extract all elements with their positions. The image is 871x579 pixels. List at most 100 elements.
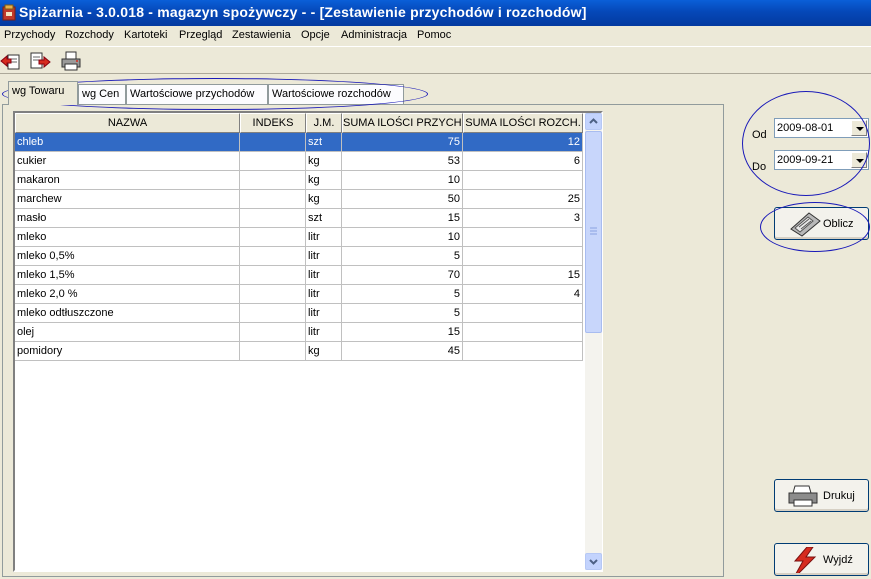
cell-suma-rozch — [463, 171, 583, 190]
cell-indeks — [240, 152, 306, 171]
menu-rozchody[interactable]: Rozchody — [65, 29, 114, 41]
menu-opcje[interactable]: Opcje — [301, 29, 330, 41]
cell-nazwa: olej — [15, 323, 240, 342]
cell-indeks — [240, 209, 306, 228]
cell-jm: szt — [306, 209, 342, 228]
cell-suma-rozch — [463, 304, 583, 323]
col-header-jm[interactable]: J.M. — [306, 113, 342, 133]
cell-suma-przych: 50 — [342, 190, 463, 209]
printer-icon — [788, 485, 818, 507]
table-row[interactable]: pomidory kg 45 — [15, 342, 583, 361]
cell-suma-przych: 10 — [342, 228, 463, 247]
cell-suma-przych: 10 — [342, 171, 463, 190]
cell-jm: litr — [306, 247, 342, 266]
table-row[interactable]: mleko odtłuszczone litr 5 — [15, 304, 583, 323]
table-row[interactable]: mleko litr 10 — [15, 228, 583, 247]
tab-wg-towaru[interactable]: wg Towaru — [8, 81, 78, 105]
cell-suma-przych: 15 — [342, 323, 463, 342]
calculate-button[interactable]: Oblicz — [774, 207, 869, 240]
col-header-nazwa[interactable]: NAZWA — [15, 113, 240, 133]
cell-suma-rozch: 3 — [463, 209, 583, 228]
grip-icon — [590, 227, 597, 235]
table-row[interactable]: marchew kg 50 25 — [15, 190, 583, 209]
table-row[interactable]: mleko 1,5% litr 70 15 — [15, 266, 583, 285]
col-header-suma-rozch[interactable]: SUMA ILOŚCI ROZCH. — [463, 113, 583, 133]
tab-wg-cen[interactable]: wg Cen — [78, 84, 126, 104]
window-title: Spiżarnia - 3.0.018 - magazyn spożywczy … — [19, 4, 587, 20]
cell-jm: kg — [306, 171, 342, 190]
to-date-picker[interactable]: 2009-09-21 — [774, 150, 869, 170]
menu-bar: Przychody Rozchody Kartoteki Przegląd Ze… — [0, 26, 871, 46]
import-icon — [0, 54, 20, 70]
cell-suma-rozch — [463, 342, 583, 361]
cell-suma-przych: 70 — [342, 266, 463, 285]
chevron-down-icon — [589, 559, 598, 565]
cell-nazwa: mleko 2,0 % — [15, 285, 240, 304]
date-range-highlight-ellipse — [742, 91, 870, 196]
cell-indeks — [240, 133, 306, 152]
cell-jm: kg — [306, 190, 342, 209]
menu-przeglad[interactable]: Przegląd — [179, 29, 222, 41]
cell-indeks — [240, 171, 306, 190]
tab-wartosciowe-przychodow[interactable]: Wartościowe przychodów — [126, 84, 268, 104]
cell-indeks — [240, 228, 306, 247]
cell-nazwa: mleko odtłuszczone — [15, 304, 240, 323]
cell-suma-przych: 5 — [342, 285, 463, 304]
print-icon — [61, 51, 81, 71]
table-row[interactable]: olej litr 15 — [15, 323, 583, 342]
summary-table[interactable]: NAZWA INDEKS J.M. SUMA ILOŚCI PRZYCH. SU… — [13, 111, 603, 572]
calculator-icon — [790, 212, 821, 237]
table-row[interactable]: mleko 0,5% litr 5 — [15, 247, 583, 266]
menu-zestawienia[interactable]: Zestawienia — [232, 29, 291, 41]
calculate-button-label: Oblicz — [823, 218, 854, 230]
table-row[interactable]: cukier kg 53 6 — [15, 152, 583, 171]
cell-jm: litr — [306, 323, 342, 342]
tab-wartosciowe-rozchodow[interactable]: Wartościowe rozchodów — [268, 84, 404, 104]
col-header-indeks[interactable]: INDEKS — [240, 113, 306, 133]
from-date-picker[interactable]: 2009-08-01 — [774, 118, 869, 138]
cell-suma-rozch — [463, 228, 583, 247]
menu-pomoc[interactable]: Pomoc — [417, 29, 451, 41]
cell-nazwa: mleko 0,5% — [15, 247, 240, 266]
cell-indeks — [240, 247, 306, 266]
scroll-down-button[interactable] — [585, 553, 602, 570]
table-row[interactable]: mleko 2,0 % litr 5 4 — [15, 285, 583, 304]
menu-kartoteki[interactable]: Kartoteki — [124, 29, 167, 41]
cell-nazwa: cukier — [15, 152, 240, 171]
app-icon — [2, 4, 16, 21]
cell-indeks — [240, 323, 306, 342]
cell-suma-rozch: 12 — [463, 133, 583, 152]
cell-suma-rozch: 4 — [463, 285, 583, 304]
lightning-icon — [793, 547, 817, 573]
export-button[interactable] — [29, 50, 51, 72]
import-button[interactable] — [0, 50, 22, 72]
scroll-up-button[interactable] — [585, 113, 602, 130]
to-date-dropdown-button[interactable] — [851, 152, 867, 168]
cell-jm: szt — [306, 133, 342, 152]
chevron-up-icon — [589, 118, 598, 124]
table-row[interactable]: makaron kg 10 — [15, 171, 583, 190]
cell-nazwa: mleko 1,5% — [15, 266, 240, 285]
col-header-suma-przych[interactable]: SUMA ILOŚCI PRZYCH. — [342, 113, 463, 133]
table-row[interactable]: chleb szt 75 12 — [15, 133, 583, 152]
scroll-thumb[interactable] — [585, 131, 602, 333]
menu-przychody[interactable]: Przychody — [4, 29, 55, 41]
print-button-label: Drukuj — [823, 490, 855, 502]
cell-indeks — [240, 304, 306, 323]
cell-suma-rozch: 6 — [463, 152, 583, 171]
cell-suma-rozch: 15 — [463, 266, 583, 285]
cell-jm: litr — [306, 285, 342, 304]
print-toolbar-button[interactable] — [60, 50, 82, 72]
from-date-dropdown-button[interactable] — [851, 120, 867, 136]
cell-suma-przych: 5 — [342, 247, 463, 266]
exit-button[interactable]: Wyjdź — [774, 543, 869, 576]
cell-jm: litr — [306, 228, 342, 247]
vertical-scrollbar[interactable] — [585, 113, 602, 570]
menu-administracja[interactable]: Administracja — [341, 29, 407, 41]
table-row[interactable]: masło szt 15 3 — [15, 209, 583, 228]
cell-jm: litr — [306, 304, 342, 323]
cell-jm: kg — [306, 342, 342, 361]
print-button[interactable]: Drukuj — [774, 479, 869, 512]
cell-nazwa: pomidory — [15, 342, 240, 361]
cell-suma-przych: 45 — [342, 342, 463, 361]
